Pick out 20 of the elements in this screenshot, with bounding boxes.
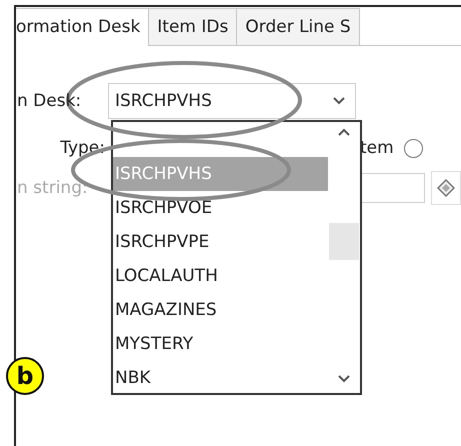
dropdown-option[interactable]: MYSTERY [113,327,328,361]
dropdown-option[interactable]: MAGAZINES [113,293,328,327]
chevron-down-icon [333,97,345,105]
tab[interactable]: ormation Desk [16,8,150,46]
tab[interactable]: Order Line S [237,8,360,46]
dropdown-option[interactable]: ISRCHPVPE [113,225,328,259]
field-label: n string: [17,178,89,198]
diamond-icon [437,179,456,197]
scrollbar-thumb[interactable] [329,223,359,260]
dropdown-option[interactable]: ISRCHPVOE [113,191,328,225]
field-label: n Desk: [17,91,82,111]
chevron-down-icon[interactable] [338,375,350,383]
tab[interactable]: Item IDs [149,8,238,46]
lookup-button[interactable] [431,171,461,205]
dropdown-option[interactable]: LOCALAUTH [113,259,328,293]
callout-badge: b [6,357,44,395]
desk-dropdown[interactable]: ISRCHPVHS [108,83,356,119]
chevron-up-icon[interactable] [338,128,350,136]
dropdown-option[interactable]: NBK [113,361,328,395]
radio-button[interactable] [404,138,423,158]
